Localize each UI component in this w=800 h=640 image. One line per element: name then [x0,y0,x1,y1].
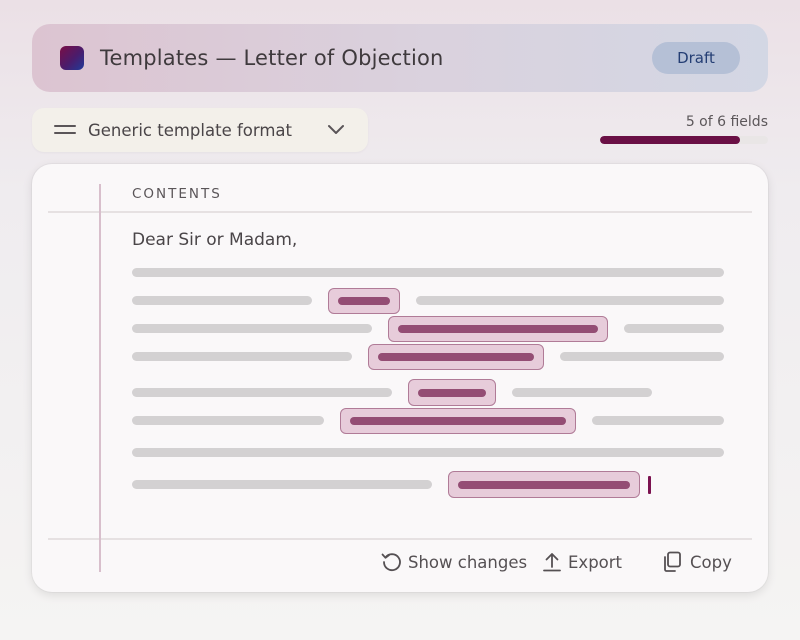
upload-icon [543,553,561,572]
letter-greeting: Dear Sir or Madam, [132,230,298,250]
template-format-dropdown[interactable]: Generic template format [32,108,368,152]
text-placeholder-line [132,388,392,397]
margin-rule [99,184,101,572]
history-icon [381,553,401,572]
show-changes-label: Show changes [408,552,528,572]
app-logo-icon [60,46,84,70]
status-badge: Draft [652,42,740,74]
text-placeholder-line [132,268,724,277]
template-field[interactable] [368,344,544,370]
field-value-placeholder [350,417,566,425]
divider [48,538,752,540]
show-changes-button[interactable]: Show changes [380,548,527,576]
field-value-placeholder [398,325,598,333]
copy-icon [664,551,681,572]
progress-bar [600,136,768,144]
document-card: CONTENTS Dear Sir or Madam, Show changes [32,164,768,592]
template-field-active[interactable] [448,471,640,498]
text-placeholder-line [132,296,312,305]
field-value-placeholder [338,297,390,305]
copy-label: Copy [690,552,732,572]
template-format-label: Generic template format [88,120,293,140]
text-placeholder-line [132,324,372,333]
menu-lines-icon [54,124,76,136]
progress-bar-fill [600,136,740,144]
chevron-down-icon [328,125,344,134]
app-header: Templates — Letter of Objection Draft [32,24,768,92]
template-field[interactable] [408,379,496,406]
field-value-placeholder [458,480,630,489]
text-placeholder-line [132,416,324,425]
text-placeholder-line [132,352,352,361]
text-placeholder-line [624,324,724,333]
field-value-placeholder [378,353,534,361]
text-placeholder-line [592,416,724,425]
template-field[interactable] [340,408,576,434]
field-value-placeholder [418,388,486,397]
section-label: CONTENTS [132,186,222,202]
divider [48,211,752,213]
text-placeholder-line [132,448,724,457]
export-label: Export [568,552,623,572]
template-field[interactable] [328,288,400,314]
copy-button[interactable]: Copy [660,548,732,576]
text-placeholder-line [512,388,652,397]
export-button[interactable]: Export [540,548,622,576]
page-title: Templates — Letter of Objection [100,46,444,70]
text-cursor [648,476,651,494]
text-placeholder-line [132,480,432,489]
template-field[interactable] [388,316,608,342]
progress-text: 5 of 6 fields [685,114,768,130]
text-placeholder-line [560,352,724,361]
text-placeholder-line [416,296,724,305]
